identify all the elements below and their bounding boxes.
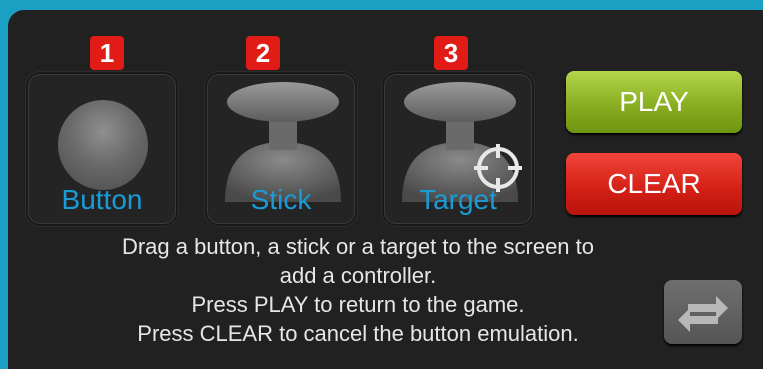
badge-2: 2	[246, 36, 280, 70]
controller-panel: 1 Button 2 Stick 3 Target PLAY CLEAR Dra…	[8, 10, 763, 369]
clear-button[interactable]: CLEAR	[566, 153, 742, 215]
swap-button[interactable]	[664, 280, 742, 344]
stick-tile-label: Stick	[250, 184, 312, 215]
instruction-line: Drag a button, a stick or a target to th…	[121, 234, 595, 259]
instruction-line: Press PLAY to return to the game.	[191, 292, 525, 317]
button-tile[interactable]: Button	[26, 72, 178, 226]
swap-arrows-icon	[678, 296, 728, 332]
play-button[interactable]: PLAY	[566, 71, 742, 133]
badge-1: 1	[90, 36, 124, 70]
ball-icon	[58, 100, 148, 190]
badge-3: 3	[434, 36, 468, 70]
target-tile-label: Target	[419, 184, 497, 215]
instruction-line: add a controller.	[279, 263, 437, 288]
target-tile[interactable]: Target	[382, 72, 534, 226]
button-tile-label: Button	[61, 184, 143, 215]
stick-tile[interactable]: Stick	[205, 72, 357, 226]
instruction-line: Press CLEAR to cancel the button emulati…	[137, 321, 579, 346]
instructions: Drag a button, a stick or a target to th…	[48, 232, 668, 348]
